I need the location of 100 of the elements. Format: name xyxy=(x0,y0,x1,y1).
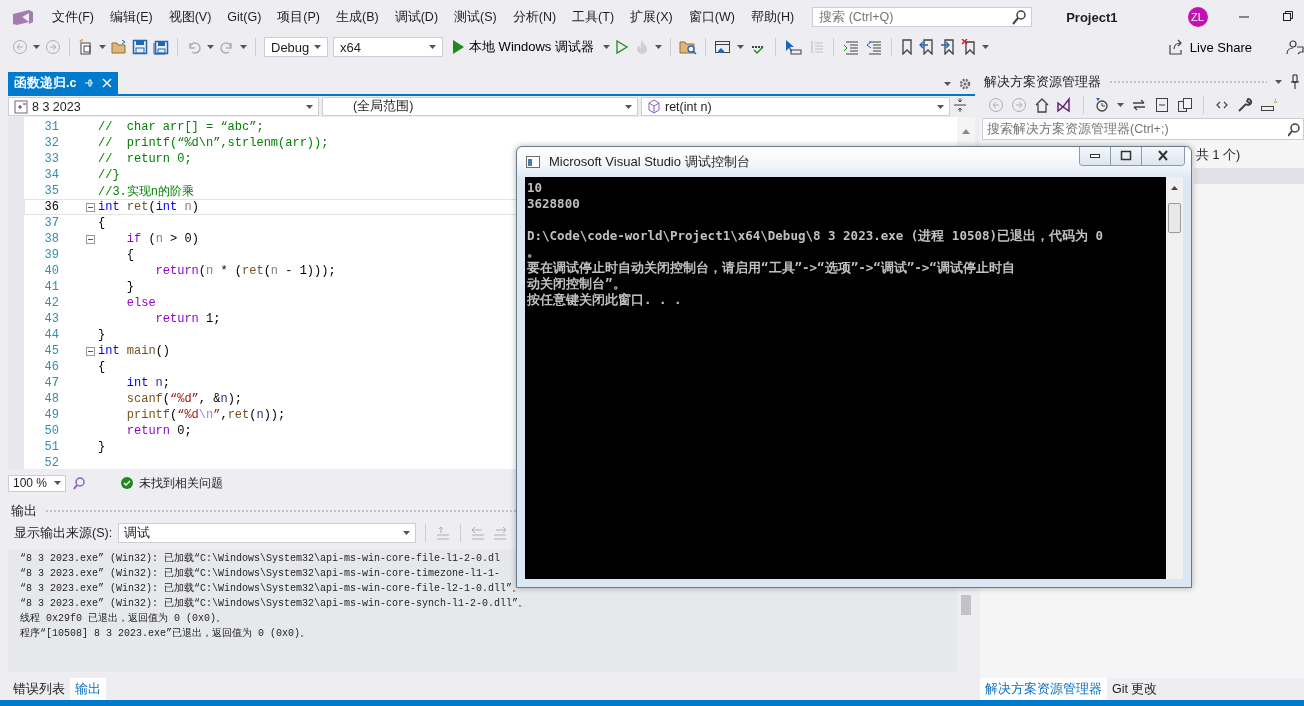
close-icon[interactable] xyxy=(102,78,113,88)
menu-item[interactable]: Git(G) xyxy=(219,10,270,24)
dropdown-icon[interactable] xyxy=(33,45,40,49)
dropdown-icon[interactable] xyxy=(429,45,436,49)
home-icon[interactable] xyxy=(1034,97,1050,113)
maximize-button[interactable] xyxy=(1111,147,1142,165)
menu-item[interactable]: 文件(F) xyxy=(44,8,102,26)
window-icon[interactable] xyxy=(713,39,732,55)
line-number: 44 xyxy=(43,328,59,342)
tab-list-icon[interactable] xyxy=(944,82,951,86)
collapse-icon[interactable] xyxy=(86,202,95,212)
line-number: 33 xyxy=(43,152,59,166)
dropdown-icon[interactable] xyxy=(306,104,313,109)
dropdown-icon[interactable] xyxy=(981,45,989,49)
line-number: 37 xyxy=(43,216,59,230)
platform-dropdown[interactable]: x64 xyxy=(333,37,443,57)
pin-icon[interactable] xyxy=(1290,74,1300,90)
close-button[interactable] xyxy=(1142,147,1184,165)
console-line: 按任意键关闭此窗口. . . xyxy=(527,292,683,308)
menu-item[interactable]: 帮助(H) xyxy=(742,8,803,26)
open-folder-icon[interactable] xyxy=(111,39,127,55)
dropdown-icon[interactable] xyxy=(240,45,247,49)
dropdown-icon[interactable] xyxy=(654,45,662,49)
dropdown-icon[interactable] xyxy=(403,531,411,535)
settings-icon[interactable] xyxy=(959,76,971,92)
menu-item[interactable]: 工具(T) xyxy=(564,8,623,26)
minimize-button[interactable] xyxy=(1080,147,1111,165)
scope-dropdown[interactable]: (全局范围) xyxy=(322,97,638,116)
menu-item[interactable]: 项目(P) xyxy=(269,8,328,26)
dropdown-icon[interactable] xyxy=(602,45,610,49)
dropdown-icon[interactable] xyxy=(314,45,321,49)
code-line: else xyxy=(125,296,156,310)
dropdown-icon[interactable] xyxy=(54,481,61,485)
project-dropdown[interactable]: 8 3 2023 xyxy=(8,97,319,116)
copy-icon[interactable] xyxy=(1177,97,1193,113)
solution-switch-icon[interactable] xyxy=(1057,97,1073,113)
search-icon[interactable] xyxy=(1288,123,1300,139)
save-all-icon[interactable] xyxy=(153,39,169,55)
scroll-thumb[interactable] xyxy=(961,595,971,615)
pointer-icon[interactable] xyxy=(783,39,802,55)
console-line: 10 xyxy=(527,180,544,196)
previous-bookmark-icon[interactable] xyxy=(918,39,935,55)
tree-item[interactable]: 共 1 个) xyxy=(1196,146,1241,164)
dropdown-icon[interactable] xyxy=(736,45,744,49)
menu-item[interactable]: 编辑(E) xyxy=(101,8,161,26)
history-icon[interactable] xyxy=(1094,97,1110,113)
configuration-dropdown[interactable]: Debug xyxy=(264,37,328,57)
line-number: 34 xyxy=(43,168,59,182)
panel-tab[interactable]: 解决方案资源管理器 xyxy=(980,678,1107,700)
console-line: 3628800 xyxy=(527,196,581,212)
live-share-button[interactable]: Live Share xyxy=(1161,38,1258,56)
sync-icon[interactable] xyxy=(1131,97,1147,113)
code-line: { xyxy=(98,216,106,230)
panel-tab[interactable]: 输出 xyxy=(70,678,106,700)
console-line: 。 xyxy=(527,244,541,260)
code-line: } xyxy=(98,440,106,454)
zoom-dropdown[interactable]: 100 % xyxy=(8,474,66,492)
next-bookmark-icon[interactable] xyxy=(939,39,956,55)
user-avatar[interactable]: ZL xyxy=(1187,7,1208,27)
feedback-icon[interactable] xyxy=(1286,39,1304,55)
dropdown-icon[interactable] xyxy=(625,104,632,109)
collapse-icon[interactable] xyxy=(86,234,95,244)
line-number: 52 xyxy=(43,456,59,470)
menu-item[interactable]: 测试(S) xyxy=(446,8,505,26)
panel-menu-icon[interactable] xyxy=(1275,80,1282,84)
collapse-icon[interactable] xyxy=(86,346,95,356)
save-icon[interactable] xyxy=(132,39,148,55)
play-outline-icon[interactable] xyxy=(614,39,629,55)
wrench-icon[interactable] xyxy=(1237,97,1253,113)
dropdown-icon[interactable] xyxy=(1117,103,1124,107)
preview-icon[interactable] xyxy=(1260,97,1278,113)
code-line: printf(“%d\n”,ret(n)); xyxy=(125,408,286,422)
line-number: 43 xyxy=(43,312,59,326)
scroll-thumb[interactable] xyxy=(1168,203,1181,233)
code-line: return 0; xyxy=(125,424,192,438)
menu-item[interactable]: 扩展(X) xyxy=(622,8,681,26)
split-icon[interactable] xyxy=(953,97,967,113)
output-line: 程序“[10508] 8 3 2023.exe”已退出，返回值为 0 (0x0)。 xyxy=(20,626,312,641)
solution-search-field[interactable]: 搜索解决方案资源管理器(Ctrl+;) xyxy=(982,118,1304,140)
dropdown-icon[interactable] xyxy=(99,45,106,49)
menu-item[interactable]: 生成(B) xyxy=(328,8,387,26)
run-button[interactable]: 本地 Windows 调试器 xyxy=(448,38,598,56)
dropdown-icon[interactable] xyxy=(937,104,944,109)
menu-item[interactable]: 调试(D) xyxy=(386,8,447,26)
output-line: “8 3 2023.exe” (Win32): 已加载“C:\Windows\System32\api-ms-win-core-file-l1-2-0.dl xyxy=(20,551,502,566)
document-tab[interactable]: 函数递归.c xyxy=(8,72,119,94)
menu-item[interactable]: 视图(V) xyxy=(160,8,220,26)
search-field[interactable]: 搜索 (Ctrl+Q) xyxy=(812,7,1033,27)
clear-bookmarks-icon[interactable] xyxy=(960,39,977,55)
menu-item[interactable]: 窗口(W) xyxy=(680,8,743,26)
bookmark-icon[interactable] xyxy=(899,39,914,55)
outdent-icon[interactable] xyxy=(864,39,883,55)
folder-search-icon[interactable] xyxy=(678,39,697,55)
source-dropdown[interactable]: 调试 xyxy=(118,523,417,543)
new-item-icon[interactable] xyxy=(78,39,94,55)
menu-item[interactable]: 分析(N) xyxy=(504,8,565,26)
search-icon[interactable] xyxy=(1012,10,1027,26)
dropdown-icon[interactable] xyxy=(207,45,214,49)
collapse-all-icon[interactable] xyxy=(1154,97,1170,113)
member-dropdown[interactable]: ret(int n) xyxy=(641,97,950,116)
